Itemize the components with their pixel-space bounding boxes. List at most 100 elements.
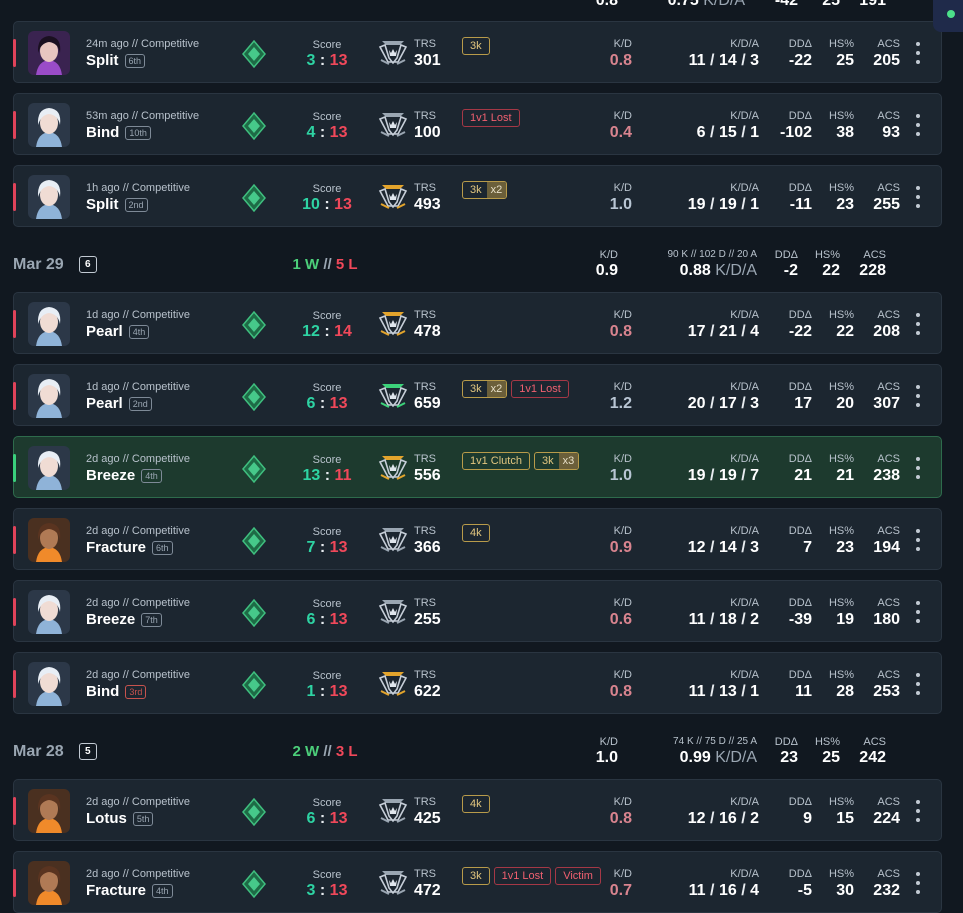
result-indicator <box>13 39 16 67</box>
trs-value: 255 <box>414 611 441 628</box>
dd-value: 21 <box>794 467 812 484</box>
trs-value: 556 <box>414 467 441 484</box>
day-win-loss: 1 W // 5 L <box>292 256 358 273</box>
more-options-icon[interactable] <box>910 455 926 483</box>
kda-label: K/D/A <box>730 525 759 537</box>
more-options-icon[interactable] <box>910 383 926 411</box>
kd-label: K/D <box>613 796 632 808</box>
dd-label: DDΔ <box>788 669 812 681</box>
score-label: Score <box>312 670 342 682</box>
acs-value: 253 <box>873 683 900 700</box>
match-score: 6 : 13 <box>306 810 348 827</box>
dd-label: DDΔ <box>788 796 812 808</box>
match-score: 12 : 14 <box>302 323 352 340</box>
rank-icon <box>242 869 266 903</box>
map-name: Bind <box>86 683 120 700</box>
placement-badge: 5th <box>132 811 154 826</box>
score-label: Score <box>312 869 342 881</box>
more-options-icon[interactable] <box>910 40 926 68</box>
placement-badge: 2nd <box>128 396 152 411</box>
hs-label: HS% <box>828 182 854 194</box>
agent-avatar <box>28 518 70 562</box>
match-meta: 2d ago // Competitive <box>86 597 190 609</box>
day-hs-value: 25 <box>822 749 840 766</box>
hs-value: 21 <box>836 467 854 484</box>
more-options-icon[interactable] <box>910 184 926 212</box>
acs-label: ACS <box>877 453 900 465</box>
dd-value: 9 <box>803 810 812 827</box>
score-label: Score <box>312 454 342 466</box>
day-dd-value: -2 <box>783 262 798 279</box>
more-options-icon[interactable] <box>910 870 926 898</box>
kda-value: 12 / 14 / 3 <box>687 539 759 556</box>
dd-label: DDΔ <box>788 525 812 537</box>
badge-list: 3k <box>462 37 602 55</box>
match-card[interactable]: 2d ago // Competitive Breeze 4th Score 13 : … <box>13 436 942 498</box>
dd-value: -22 <box>788 323 812 340</box>
match-score: 3 : 13 <box>306 52 348 69</box>
kd-value: 0.4 <box>609 124 632 141</box>
hs-value: 23 <box>836 539 854 556</box>
notification-button[interactable] <box>933 0 963 32</box>
kda-value: 6 / 15 / 1 <box>696 124 759 141</box>
hs-label: HS% <box>828 309 854 321</box>
match-card[interactable]: 24m ago // Competitive Split 6th Score 3 : 1… <box>13 21 942 83</box>
match-card[interactable]: 1h ago // Competitive Split 2nd Score 10 : 1… <box>13 165 942 227</box>
match-badge: 4k <box>462 795 490 813</box>
match-card[interactable]: 2d ago // Competitive Fracture 6th Score 7 :… <box>13 508 942 570</box>
more-options-icon[interactable] <box>910 311 926 339</box>
hs-label: HS% <box>828 669 854 681</box>
kd-label: K/D <box>613 669 632 681</box>
match-card[interactable]: 1d ago // Competitive Pearl 2nd Score 6 : 13… <box>13 364 942 426</box>
hs-value: 28 <box>836 683 854 700</box>
trs-rank-icon <box>378 794 408 829</box>
badge-list: 1v1 Clutch 3k x3 <box>462 452 602 470</box>
more-options-icon[interactable] <box>910 527 926 555</box>
agent-avatar <box>28 374 70 418</box>
day-acs-label: ACS <box>863 736 886 748</box>
map-name: Fracture <box>86 539 147 556</box>
match-badge: 1v1 Clutch <box>462 452 530 470</box>
score-label: Score <box>312 382 342 394</box>
trs-value: 100 <box>414 124 441 141</box>
acs-value: 307 <box>873 395 900 412</box>
kda-value: 20 / 17 / 3 <box>687 395 759 412</box>
match-card[interactable]: 2d ago // Competitive Fracture 4th Score 3 :… <box>13 851 942 913</box>
score-label: Score <box>312 310 342 322</box>
more-options-icon[interactable] <box>910 599 926 627</box>
map-name: Split <box>86 52 119 69</box>
match-card[interactable]: 2d ago // Competitive Bind 3rd Score 1 : 13 T… <box>13 652 942 714</box>
day-acs-label: ACS <box>863 249 886 261</box>
match-badge: 1v1 Lost <box>462 109 520 127</box>
more-options-icon[interactable] <box>910 798 926 826</box>
match-card[interactable]: 2d ago // Competitive Breeze 7th Score 6 : 1… <box>13 580 942 642</box>
result-indicator <box>13 797 16 825</box>
match-score: 3 : 13 <box>306 882 348 899</box>
trs-value: 493 <box>414 196 441 213</box>
match-score: 4 : 13 <box>306 124 348 141</box>
day-kd-value: 0.9 <box>595 262 618 279</box>
placement-badge: 3rd <box>125 684 147 699</box>
acs-value: 205 <box>873 52 900 69</box>
dd-value: -39 <box>788 611 812 628</box>
match-badge: 3k <box>462 867 490 885</box>
more-options-icon[interactable] <box>910 671 926 699</box>
placement-badge: 10th <box>125 125 151 140</box>
trs-rank-icon <box>378 523 408 558</box>
top-kd: 0.8 <box>595 0 618 9</box>
match-badge: 3k x3 <box>533 452 580 470</box>
acs-value: 238 <box>873 467 900 484</box>
badge-list: 3k x2 1v1 Lost <box>462 380 602 398</box>
trs-label: TRS <box>414 182 436 194</box>
kd-label: K/D <box>613 38 632 50</box>
trs-label: TRS <box>414 110 436 122</box>
rank-icon <box>242 797 266 831</box>
match-card[interactable]: 53m ago // Competitive Bind 10th Score 4 : 1… <box>13 93 942 155</box>
match-score: 13 : 11 <box>302 467 352 484</box>
match-meta: 1h ago // Competitive <box>86 182 190 194</box>
placement-badge: 4th <box>128 324 150 339</box>
day-dd-label: DDΔ <box>774 736 798 748</box>
more-options-icon[interactable] <box>910 112 926 140</box>
match-card[interactable]: 1d ago // Competitive Pearl 4th Score 12 : 1… <box>13 292 942 354</box>
match-card[interactable]: 2d ago // Competitive Lotus 5th Score 6 : 13… <box>13 779 942 841</box>
